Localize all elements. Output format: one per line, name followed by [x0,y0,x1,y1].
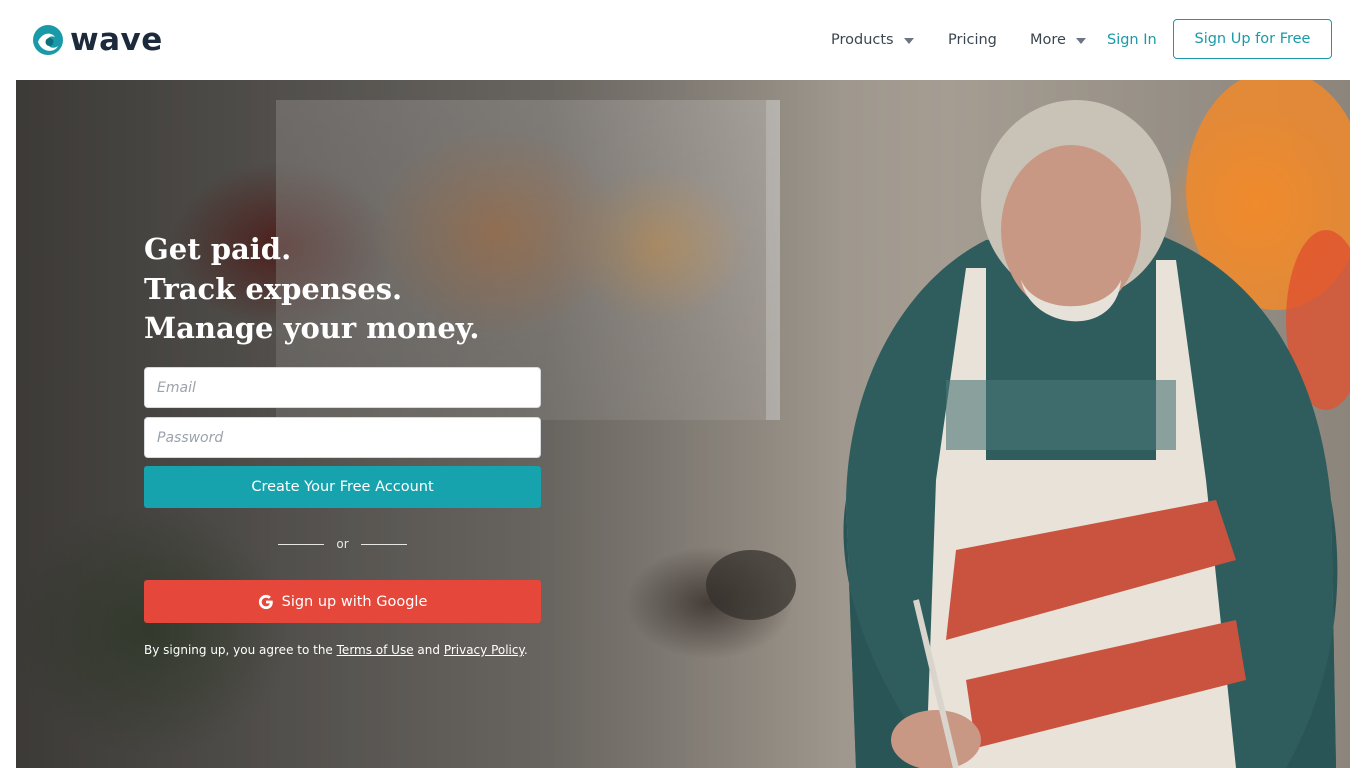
google-icon [258,594,273,609]
nav-more[interactable]: More [1030,30,1086,50]
site-header: wave Products Pricing More Sign In Sign … [0,0,1366,80]
divider-line [278,543,325,545]
create-account-button[interactable]: Create Your Free Account [144,466,541,508]
terms-of-use-link[interactable]: Terms of Use [337,643,414,657]
privacy-policy-link[interactable]: Privacy Policy [444,643,524,657]
brand-name: wave [70,21,163,58]
nav-sign-in-label: Sign In [1107,32,1157,48]
password-field[interactable] [144,417,541,458]
hero-section: Get paid. Track expenses. Manage your mo… [16,80,1350,768]
nav-products-label: Products [831,32,894,48]
headline-line-2: Track expenses. [144,271,403,306]
wave-logo[interactable]: wave [32,22,163,58]
terms-notice: By signing up, you agree to the Terms of… [144,643,528,657]
nav-pricing[interactable]: Pricing [948,30,997,50]
chevron-down-icon [1075,37,1086,44]
nav-sign-in[interactable]: Sign In [1107,30,1157,50]
terms-prefix: By signing up, you agree to the [144,643,337,657]
google-signup-label: Sign up with Google [281,593,428,610]
painter-illustration [843,80,1350,768]
or-text: or [336,537,349,551]
nav-more-label: More [1030,32,1066,48]
headline-line-3: Manage your money. [144,311,480,345]
nav-pricing-label: Pricing [948,32,997,48]
divider-line [360,543,407,545]
google-signup-button[interactable]: Sign up with Google [144,580,541,623]
or-divider: or [144,535,541,553]
sign-up-button[interactable]: Sign Up for Free [1173,19,1332,59]
wave-logo-icon [33,25,63,55]
hero-headline: Get paid. Track expenses. Manage your mo… [144,230,479,349]
chevron-down-icon [903,37,914,44]
terms-middle: and [413,643,444,657]
headline-line-1: Get paid. [144,232,292,266]
email-field[interactable] [144,367,541,408]
nav-products[interactable]: Products [831,30,914,50]
terms-suffix: . [523,643,528,657]
